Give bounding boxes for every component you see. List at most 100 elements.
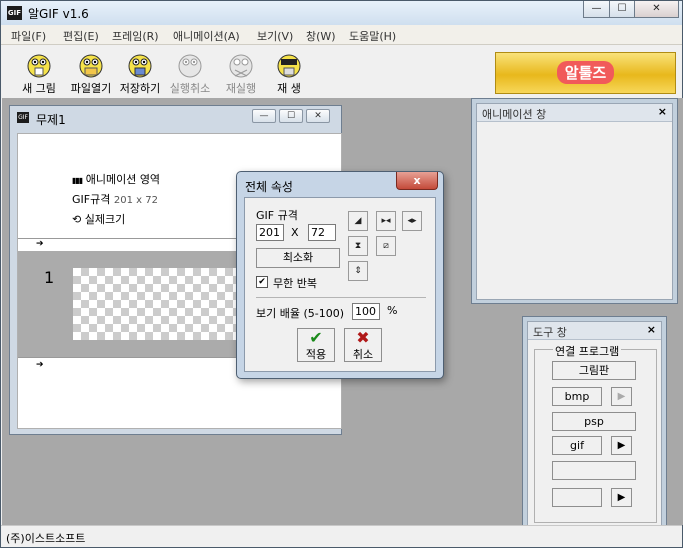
linked-programs-group: 연결 프로그램 그림판 bmp ▶ psp gif ▶ ▶ bbox=[534, 343, 657, 523]
tool-panel-title: 도구 창 bbox=[533, 326, 567, 339]
open-file-label: 파일열기 bbox=[70, 82, 112, 95]
gif-arrow-button[interactable]: ▶ bbox=[611, 436, 632, 455]
gif-spec-label: GIF 규격 bbox=[256, 209, 298, 222]
refresh-icon: ⟲ bbox=[72, 213, 82, 226]
empty-slot-button-2[interactable] bbox=[552, 488, 602, 507]
status-bar: (주)이스트소프트 bbox=[1, 525, 682, 547]
menu-window[interactable]: 창(W) bbox=[306, 28, 336, 44]
menu-animation[interactable]: 애니메이션(A) bbox=[173, 28, 240, 44]
dialog-title: 전체 속성 bbox=[245, 180, 293, 194]
height-input[interactable]: 72 bbox=[308, 224, 336, 241]
animation-panel-header: 애니메이션 창 × bbox=[477, 104, 672, 122]
actual-size-label: 실제크기 bbox=[84, 213, 126, 226]
flip-vertical-icon[interactable]: ⧗ bbox=[348, 236, 368, 256]
menu-help[interactable]: 도움말(H) bbox=[349, 28, 396, 44]
mirror-vertical-icon[interactable]: ⇕ bbox=[348, 261, 368, 281]
play-label: 재 생 bbox=[277, 82, 301, 95]
menu-bar: 파일(F) 편집(E) 프레임(R) 애니메이션(A) 보기(V) 창(W) 도… bbox=[1, 25, 682, 45]
loop-checkbox[interactable]: ✔ bbox=[256, 276, 268, 288]
cancel-icon: ✖ bbox=[356, 328, 370, 347]
close-button[interactable]: ✕ bbox=[634, 1, 679, 18]
tool-panel-body: 도구 창 × 연결 프로그램 그림판 bmp ▶ psp gif ▶ ▶ bbox=[527, 321, 662, 528]
paint-button[interactable]: 그림판 bbox=[552, 361, 636, 380]
dialog-body: GIF 규격 201 X 72 ◢ ▸◂ ◂▸ ⧗ ⧄ ⇕ 최소화 ✔ 무한 반… bbox=[244, 197, 436, 372]
resize-corner-icon[interactable]: ◢ bbox=[348, 211, 368, 231]
arrow-marker-top: ➔ bbox=[36, 239, 44, 249]
title-bar: GIF 알GIF v1.6 — ☐ ✕ bbox=[1, 1, 682, 25]
gif-size-row: GIF규격 201 x 72 bbox=[72, 191, 158, 207]
animation-panel: 애니메이션 창 × bbox=[471, 98, 678, 304]
main-window: GIF 알GIF v1.6 — ☐ ✕ 파일(F) 편집(E) 프레임(R) 애… bbox=[0, 0, 683, 548]
film-icon: ▮▮▮ bbox=[72, 176, 83, 185]
cancel-button[interactable]: ✖ 취소 bbox=[344, 328, 382, 362]
frame-number: 1 bbox=[44, 268, 55, 287]
percent-label: % bbox=[387, 304, 398, 317]
undo-icon bbox=[178, 54, 202, 78]
empty-arrow-button[interactable]: ▶ bbox=[611, 488, 632, 507]
play-icon bbox=[277, 54, 301, 78]
redo-icon bbox=[229, 54, 253, 78]
status-text: (주)이스트소프트 bbox=[6, 532, 86, 545]
undo-label: 실행취소 bbox=[169, 82, 211, 95]
app-icon: GIF bbox=[7, 6, 22, 20]
new-image-icon bbox=[27, 54, 51, 78]
maximize-button[interactable]: ☐ bbox=[609, 1, 635, 18]
save-label: 저장하기 bbox=[119, 82, 161, 95]
save-tool[interactable]: 저장하기 bbox=[117, 50, 163, 96]
minimize-button[interactable]: — bbox=[583, 1, 610, 18]
bmp-arrow-button[interactable]: ▶ bbox=[611, 387, 632, 406]
zoom-label: 보기 배율 (5-100) bbox=[256, 307, 345, 320]
menu-file[interactable]: 파일(F) bbox=[11, 28, 46, 44]
rotate-icon[interactable]: ⧄ bbox=[376, 236, 396, 256]
animation-panel-close[interactable]: × bbox=[658, 105, 667, 118]
gif-size-label: GIF규격 bbox=[72, 193, 111, 206]
animation-area-label: 애니메이션 영역 bbox=[85, 173, 161, 186]
animation-area-row: ▮▮▮ 애니메이션 영역 bbox=[72, 171, 160, 187]
redo-label: 재실행 bbox=[225, 82, 257, 95]
open-file-tool[interactable]: 파일열기 bbox=[66, 50, 116, 96]
animation-panel-title: 애니메이션 창 bbox=[482, 108, 547, 121]
doc-maximize-button[interactable]: ☐ bbox=[279, 109, 303, 123]
open-file-icon bbox=[79, 54, 103, 78]
gif-button[interactable]: gif bbox=[552, 436, 602, 455]
menu-view[interactable]: 보기(V) bbox=[257, 28, 293, 44]
actual-size-link[interactable]: ⟲ 실제크기 bbox=[72, 211, 125, 227]
tool-panel: 도구 창 × 연결 프로그램 그림판 bmp ▶ psp gif ▶ ▶ bbox=[522, 316, 667, 533]
dialog-close-button[interactable]: x bbox=[396, 172, 438, 190]
window-title: 알GIF v1.6 bbox=[28, 7, 89, 21]
linked-programs-label: 연결 프로그램 bbox=[553, 343, 622, 359]
psp-button[interactable]: psp bbox=[552, 412, 636, 431]
menu-edit[interactable]: 편집(E) bbox=[63, 28, 99, 44]
doc-minimize-button[interactable]: — bbox=[252, 109, 276, 123]
document-title: 무제1 bbox=[36, 113, 66, 127]
apply-label: 적용 bbox=[305, 348, 327, 361]
check-icon: ✔ bbox=[309, 328, 323, 347]
undo-tool[interactable]: 실행취소 bbox=[167, 50, 213, 96]
times-label: X bbox=[291, 226, 299, 239]
ad-text: 알툴즈 bbox=[556, 61, 615, 84]
gif-size-value: 201 x 72 bbox=[113, 195, 158, 206]
flip-horizontal-icon[interactable]: ▸◂ bbox=[376, 211, 396, 231]
loop-label: 무한 반복 bbox=[273, 277, 317, 290]
save-icon bbox=[128, 54, 152, 78]
bmp-button[interactable]: bmp bbox=[552, 387, 602, 406]
tool-panel-header: 도구 창 × bbox=[528, 322, 661, 340]
ad-banner[interactable]: 알툴즈 bbox=[495, 52, 676, 94]
minimize-size-button[interactable]: 최소화 bbox=[256, 248, 340, 268]
dialog-divider bbox=[256, 297, 426, 298]
animation-panel-body: 애니메이션 창 × bbox=[476, 103, 673, 300]
menu-frame[interactable]: 프레임(R) bbox=[112, 28, 159, 44]
zoom-input[interactable]: 100 bbox=[352, 303, 380, 320]
new-image-label: 새 그림 bbox=[22, 82, 56, 95]
properties-dialog: 전체 속성 x GIF 규격 201 X 72 ◢ ▸◂ ◂▸ ⧗ ⧄ ⇕ 최소… bbox=[236, 171, 444, 379]
doc-close-button[interactable]: ✕ bbox=[306, 109, 330, 123]
empty-slot-button[interactable] bbox=[552, 461, 636, 480]
redo-tool[interactable]: 재실행 bbox=[221, 50, 261, 96]
tool-panel-close[interactable]: × bbox=[647, 323, 656, 336]
apply-button[interactable]: ✔ 적용 bbox=[297, 328, 335, 362]
width-input[interactable]: 201 bbox=[256, 224, 284, 241]
play-tool[interactable]: 재 생 bbox=[269, 50, 309, 96]
new-image-tool[interactable]: 새 그림 bbox=[19, 50, 59, 96]
mirror-horizontal-icon[interactable]: ◂▸ bbox=[402, 211, 422, 231]
cancel-label: 취소 bbox=[352, 348, 374, 361]
